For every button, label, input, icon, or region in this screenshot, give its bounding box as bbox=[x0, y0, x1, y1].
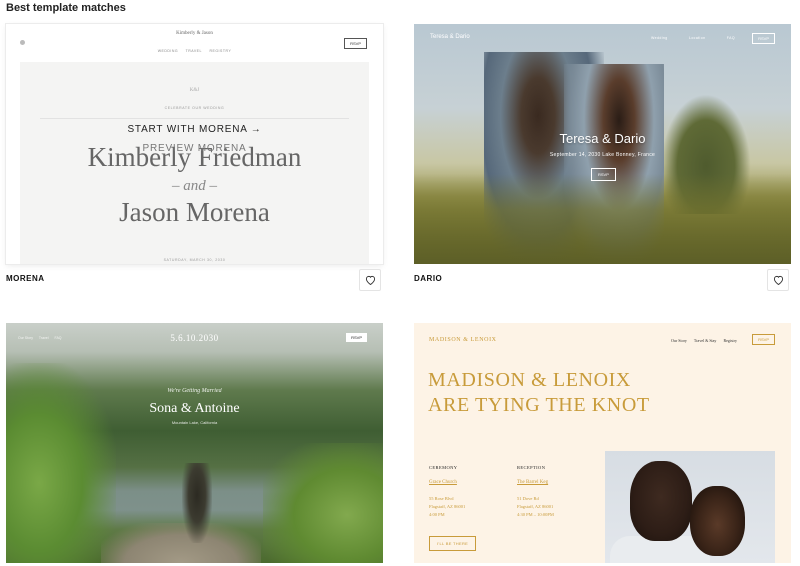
dario-rsvp-button: RSVP bbox=[591, 168, 616, 181]
template-name: MORENA bbox=[6, 274, 45, 283]
person-shape bbox=[690, 486, 745, 556]
template-card-sona[interactable]: Our Story Travel FAQ 5.6.10.2030 RSVP We… bbox=[6, 323, 383, 563]
preview-template-button[interactable]: PREVIEW MORENA bbox=[6, 143, 383, 154]
madison-title: MADISON & LENOIX ARE TYING THE KNOT bbox=[428, 368, 650, 418]
reception-line: Flagstaff, AZ 86001 bbox=[517, 504, 554, 509]
sona-kicker: We're Getting Married bbox=[167, 388, 222, 394]
morena-hero: K&J CELEBRATE OUR WEDDING Kimberly Fried… bbox=[20, 62, 369, 264]
template-card-dario[interactable]: Teresa & Dario Wedding Location FAQ RSVP… bbox=[414, 24, 791, 264]
rock-shape bbox=[101, 523, 261, 563]
morena-nav-item: WEDDING bbox=[157, 49, 179, 53]
dario-nav-item: FAQ bbox=[726, 36, 735, 40]
reception-link: The Barrel Keg bbox=[517, 480, 549, 485]
madison-rsvp-badge: RSVP bbox=[752, 334, 775, 345]
morena-and: – and – bbox=[172, 178, 217, 194]
morena-site-title: Kimberly & Jason bbox=[176, 31, 213, 36]
sona-date: 5.6.10.2030 bbox=[170, 333, 219, 343]
morena-date: SATURDAY, MARCH 30, 2030 bbox=[163, 258, 226, 262]
madison-title-line: MADISON & LENOIX bbox=[428, 369, 631, 391]
ceremony-heading: CEREMONY bbox=[429, 465, 458, 470]
divider bbox=[40, 118, 349, 119]
madison-nav-item: Travel & Stay bbox=[693, 338, 717, 343]
template-card-madison[interactable]: MADISON & LENOIX Our Story Travel & Stay… bbox=[414, 323, 791, 563]
template-name: DARIO bbox=[414, 274, 443, 283]
ceremony-line: 55 Rose Blvd bbox=[429, 496, 454, 501]
sona-title: Sona & Antoine bbox=[149, 401, 240, 416]
person-shape bbox=[630, 461, 692, 541]
madison-nav: Our Story Travel & Stay Registry bbox=[665, 338, 737, 343]
foliage-shape bbox=[263, 443, 383, 563]
dario-nav-item: Wedding bbox=[651, 36, 668, 40]
morena-nav: WEDDING TRAVEL REGISTRY bbox=[6, 49, 383, 53]
start-with-template-button[interactable]: START WITH MORENA → bbox=[6, 124, 383, 135]
dario-title: Teresa & Dario bbox=[559, 131, 646, 146]
reception-line: 51 Dove Rd bbox=[517, 496, 539, 501]
ceremony-line: Flagstaff, AZ 86001 bbox=[429, 504, 466, 509]
morena-nav-item: REGISTRY bbox=[209, 49, 232, 53]
template-card-morena[interactable]: Kimberly & Jason WEDDING TRAVEL REGISTRY… bbox=[6, 24, 383, 264]
reception-column: RECEPTION The Barrel Keg 51 Dove Rd Flag… bbox=[517, 465, 554, 519]
ceremony-column: CEREMONY Grace Church 55 Rose Blvd Flags… bbox=[429, 465, 465, 519]
heart-icon[interactable] bbox=[359, 269, 381, 291]
heart-icon[interactable] bbox=[767, 269, 789, 291]
morena-rsvp-badge: RSVP bbox=[344, 38, 367, 49]
couple-shape bbox=[182, 463, 212, 543]
morena-monogram: K&J bbox=[189, 88, 200, 93]
morena-name-2: Jason Morena bbox=[119, 197, 270, 227]
madison-title-line: ARE TYING THE KNOT bbox=[428, 394, 650, 416]
dario-nav: Wedding Location FAQ bbox=[631, 36, 735, 40]
dario-nav-item: Location bbox=[688, 36, 706, 40]
grass-shape bbox=[414, 174, 791, 264]
madison-nav-item: Registry bbox=[723, 338, 737, 343]
dario-subtitle: September 14, 2030 Lake Bonney, France bbox=[549, 152, 656, 158]
morena-celebrate: CELEBRATE OUR WEDDING bbox=[164, 106, 225, 110]
sona-rsvp-badge: RSVP bbox=[346, 333, 367, 342]
morena-nav-item: TRAVEL bbox=[185, 49, 202, 53]
sona-subtitle: Mountain Lake, California bbox=[171, 420, 218, 425]
madison-couple-photo bbox=[605, 451, 775, 563]
ceremony-link: Grace Church bbox=[429, 480, 457, 485]
reception-heading: RECEPTION bbox=[517, 465, 546, 470]
madison-logo: MADISON & LENOIX bbox=[429, 337, 497, 343]
page-heading: Best template matches bbox=[6, 2, 126, 14]
dario-rsvp-badge: RSVP bbox=[752, 33, 775, 44]
reception-line: 4:30 PM – 10:00PM bbox=[517, 512, 554, 517]
madison-attend-button: I'LL BE THERE bbox=[429, 536, 477, 551]
dario-site-title: Teresa & Dario bbox=[430, 34, 470, 40]
menu-dot-icon bbox=[20, 40, 25, 45]
madison-nav-item: Our Story bbox=[671, 338, 687, 343]
morena-header: Kimberly & Jason WEDDING TRAVEL REGISTRY… bbox=[6, 24, 383, 62]
ceremony-line: 4:00 PM bbox=[429, 512, 445, 517]
